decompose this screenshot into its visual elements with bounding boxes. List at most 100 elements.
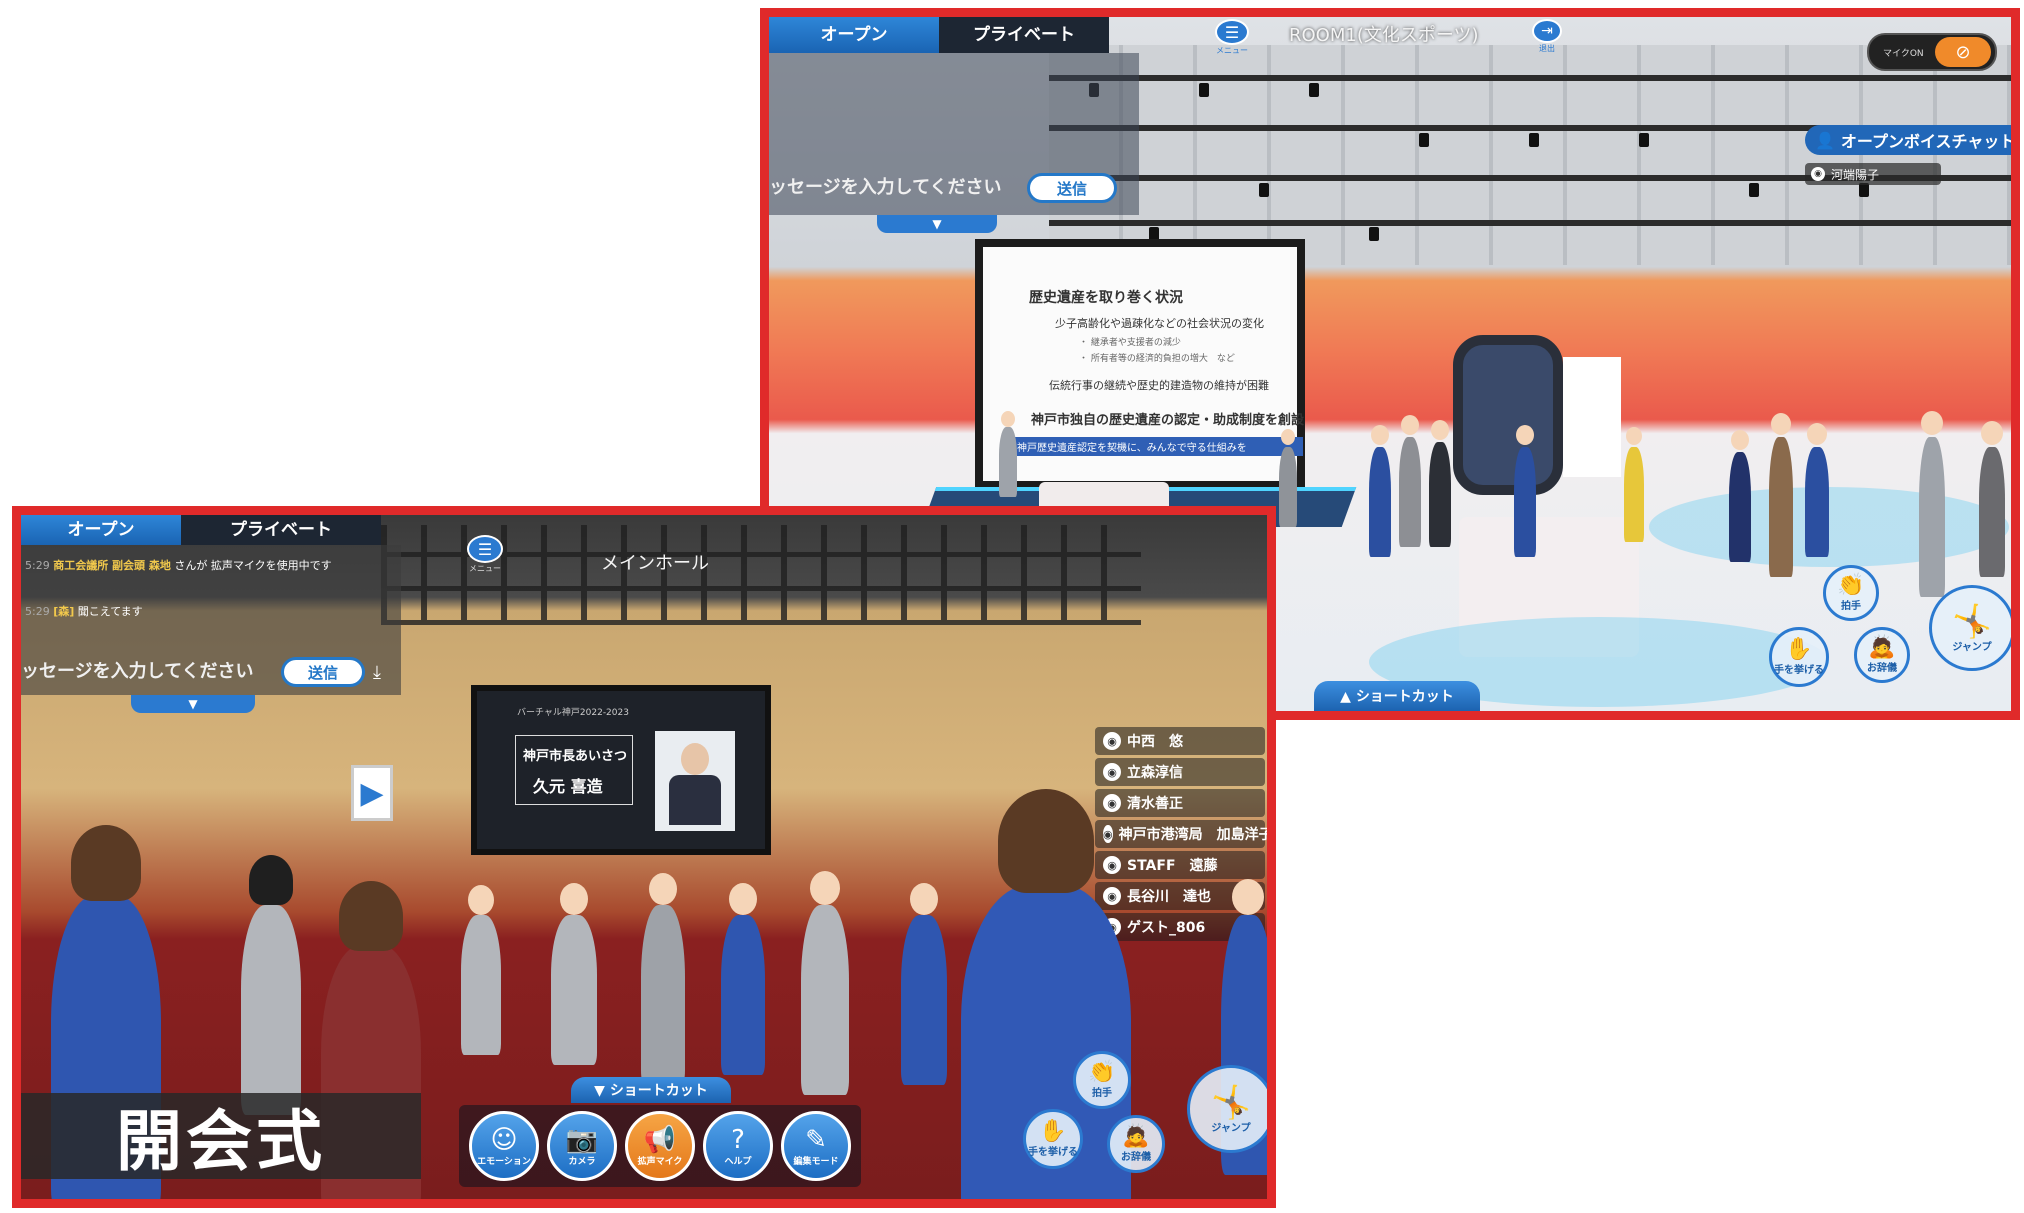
bow-button[interactable]: 🙇 お辞儀 <box>1107 1115 1165 1173</box>
jump-icon: 🤸 <box>1211 1082 1251 1121</box>
help-button[interactable]: ? ヘルプ <box>703 1111 773 1181</box>
info-panel <box>1563 357 1621 477</box>
avatar[interactable] <box>901 883 947 1085</box>
voice-chat-header[interactable]: 👤 オープンボイスチャット <box>1805 125 2011 155</box>
mic-off-icon: ⊘ <box>1935 37 1991 67</box>
portal-gate <box>1453 335 1563 495</box>
avatar[interactable] <box>1429 420 1451 547</box>
avatar[interactable] <box>1805 423 1829 557</box>
avatar[interactable] <box>1399 415 1421 547</box>
slide-line: 神戸歴史遺産認定を契機に、みんなで守る仕組みを <box>1013 437 1303 456</box>
avatar-menu-icon: ☺ <box>490 1124 518 1155</box>
message-input[interactable]: ッセージを入力してください <box>769 173 1019 203</box>
menu-label: メニュー <box>469 564 501 573</box>
avatar[interactable] <box>1279 429 1297 527</box>
speaker-video <box>655 731 735 831</box>
chat-message: 5:29 [森] 聞こえてます <box>25 603 365 619</box>
chat-text: さんが 拡声マイクを使用中です <box>174 559 332 572</box>
jump-button[interactable]: 🤸 ジャンプ <box>1929 585 2011 671</box>
avatar[interactable] <box>1369 425 1391 557</box>
send-button[interactable]: 送信 <box>1027 173 1117 203</box>
raise-hand-button[interactable]: ✋ 手を挙げる <box>1023 1109 1083 1169</box>
camera-button[interactable]: 📷 カメラ <box>547 1111 617 1181</box>
avatar[interactable] <box>1979 421 2005 577</box>
stage-screen-header: バーチャル神戸2022-2023 <box>517 708 629 718</box>
exit-button[interactable]: ⇥ 退出 <box>1527 19 1567 59</box>
slide-line: 神戸市独自の歴史遺産の認定・助成制度を創設 <box>1031 413 1305 428</box>
slide-line: 伝統行事の継続や歴史的建造物の維持が困難 <box>1049 379 1269 392</box>
mic-icon: ◉ <box>1103 794 1121 812</box>
presentation-slide: 歴史遺産を取り巻く状況 少子高齢化や過疎化などの社会状況の変化 ・ 継承者や支援… <box>975 239 1305 489</box>
slide-heading: 歴史遺産を取り巻く状況 <box>1029 290 1183 306</box>
person-icon: 👤 <box>1815 130 1835 150</box>
avatar[interactable] <box>641 873 685 1085</box>
participant-item[interactable]: ◉ 神戸市港湾局 加島洋子 <box>1095 820 1267 848</box>
menu-button[interactable]: ☰ メニュー <box>461 535 509 579</box>
clap-icon: 👏 <box>1837 572 1865 598</box>
camera-icon: 📷 <box>565 1124 599 1155</box>
mic-icon: ◉ <box>1811 167 1825 181</box>
bottom-screenshot: バーチャル神戸2022-2023 神戸市長あいさつ 久元 喜造 ▶ オープン プ… <box>12 506 1276 1208</box>
megaphone-button[interactable]: 📢 拡声マイク <box>625 1111 695 1181</box>
mic-toggle[interactable]: マイクON ⊘ <box>1867 33 1997 71</box>
avatar[interactable] <box>551 883 597 1065</box>
ceiling-grid <box>1049 45 2011 265</box>
emotion-button[interactable]: ☺ エモーション <box>469 1111 539 1181</box>
avatar[interactable] <box>1514 425 1536 557</box>
bottom-toolbar: ☺ エモーション 📷 カメラ 📢 拡声マイク ? ヘルプ ✎ 編集モード <box>459 1105 861 1187</box>
menu-icon: ☰ <box>467 535 503 563</box>
send-button[interactable]: 送信 <box>281 657 365 687</box>
hall-title: メインホール <box>601 553 709 574</box>
mic-icon: ◉ <box>1103 887 1121 905</box>
bow-icon: 🙇 <box>1868 634 1896 660</box>
avatar[interactable] <box>1769 413 1793 577</box>
participant-item[interactable]: ◉ 中西 悠 <box>1095 727 1265 755</box>
clap-button[interactable]: 👏 拍手 <box>1823 565 1879 621</box>
tab-open[interactable]: オープン <box>769 17 939 53</box>
avatar[interactable] <box>801 871 849 1095</box>
chat-collapse-button[interactable]: ▼ <box>877 215 997 233</box>
jump-icon: 🤸 <box>1952 601 1992 640</box>
scroll-bottom-icon[interactable]: ⤓ <box>373 662 381 683</box>
tab-private[interactable]: プライベート <box>939 17 1109 53</box>
participant-item[interactable]: ◉ 立森淳信 <box>1095 758 1265 786</box>
slide-line: 少子高齢化や過疎化などの社会状況の変化 <box>1055 317 1264 330</box>
tab-open[interactable]: オープン <box>21 515 181 545</box>
avatar[interactable] <box>999 411 1017 497</box>
edit-mode-button[interactable]: ✎ 編集モード <box>781 1111 851 1181</box>
mic-on-label: マイクON <box>1883 48 1924 59</box>
bow-icon: 🙇 <box>1122 1123 1150 1149</box>
mic-icon: ◉ <box>1103 732 1121 750</box>
avatar[interactable] <box>721 883 765 1075</box>
tab-private[interactable]: プライベート <box>181 515 381 545</box>
jump-button[interactable]: 🤸 ジャンプ <box>1187 1065 1267 1153</box>
room-title: ROOM1(文化スポーツ) <box>1289 25 1479 46</box>
chat-collapse-button[interactable]: ▼ <box>131 695 255 713</box>
participant-item[interactable]: ◉ 清水善正 <box>1095 789 1265 817</box>
bow-button[interactable]: 🙇 お辞儀 <box>1854 627 1910 683</box>
chat-text: 聞こえてます <box>77 605 143 618</box>
message-input[interactable]: ッセージを入力してください <box>21 657 271 687</box>
raise-hand-icon: ✋ <box>1039 1118 1067 1144</box>
avatar[interactable] <box>461 885 501 1055</box>
clap-button[interactable]: 👏 拍手 <box>1073 1051 1131 1109</box>
exit-icon: ⇥ <box>1532 19 1562 43</box>
raise-hand-button[interactable]: ✋ 手を挙げる <box>1769 627 1829 687</box>
participant-item[interactable]: ◉ STAFF 遠藤 <box>1095 851 1265 879</box>
clap-icon: 👏 <box>1088 1059 1116 1085</box>
menu-button[interactable]: ☰ メニュー <box>1209 19 1255 59</box>
chat-sender: 商工会議所 副会頭 森地 <box>53 559 171 572</box>
avatar[interactable] <box>1919 411 1945 597</box>
participant-name: 河端陽子 <box>1831 167 1880 182</box>
shortcut-button[interactable]: ▼ ショートカット <box>571 1077 731 1103</box>
slide-line: ・ 所有者等の経済的負担の増大 など <box>1079 354 1235 364</box>
avatar[interactable] <box>241 855 301 1115</box>
chat-time: 5:29 <box>25 605 50 618</box>
avatar[interactable] <box>1624 427 1644 542</box>
shortcut-button[interactable]: ▲ ショートカット <box>1314 681 1480 711</box>
exit-label: 退出 <box>1539 44 1555 53</box>
edit-icon: ✎ <box>805 1124 827 1155</box>
avatar[interactable] <box>1729 430 1751 562</box>
megaphone-icon: 📢 <box>643 1124 677 1155</box>
chat-panel: 5:29 商工会議所 副会頭 森地 さんが 拡声マイクを使用中です 5:29 [… <box>21 545 401 695</box>
